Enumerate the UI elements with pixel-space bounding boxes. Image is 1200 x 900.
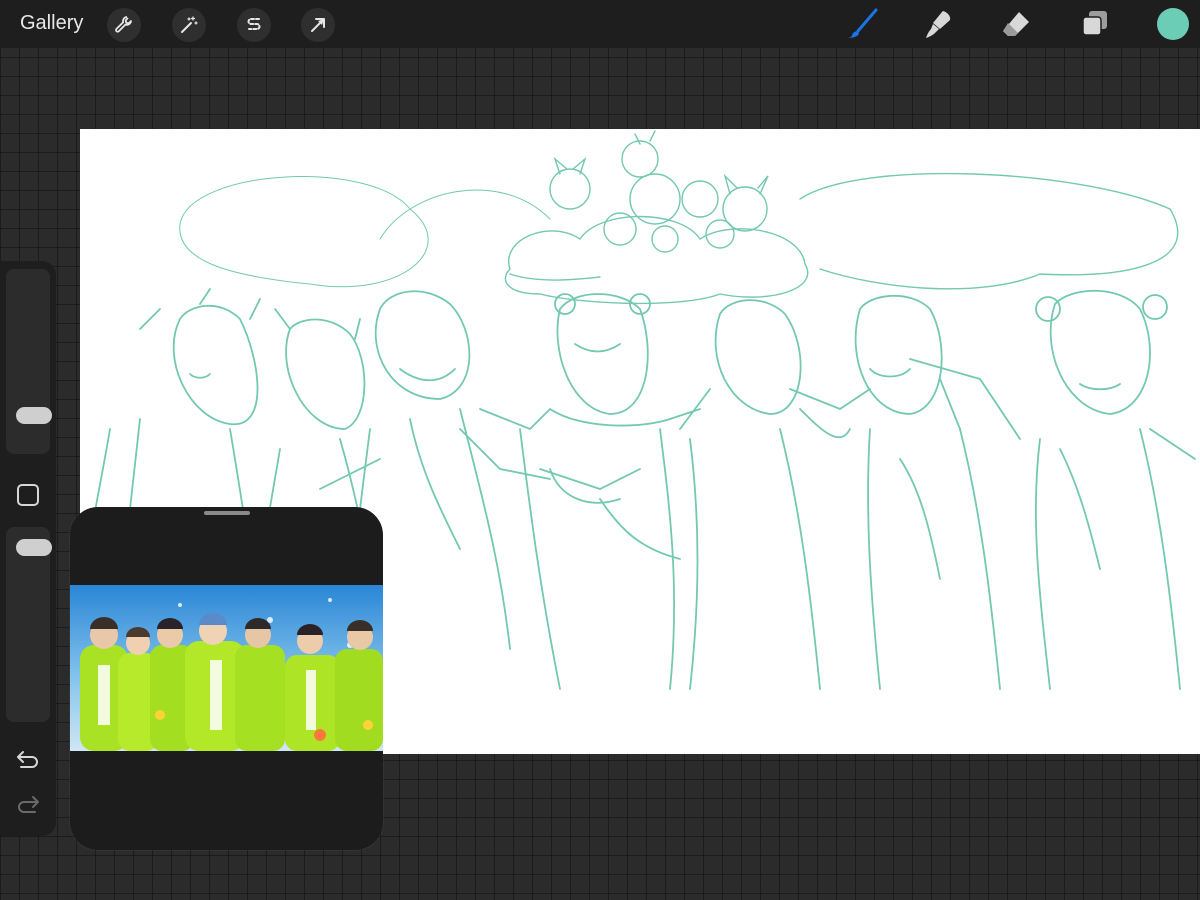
gallery-button[interactable]: Gallery	[20, 12, 83, 35]
color-picker[interactable]	[1157, 8, 1189, 40]
layers-icon[interactable]	[1077, 6, 1113, 42]
brush-icon[interactable]	[845, 6, 881, 42]
opacity-slider[interactable]	[6, 527, 52, 722]
smudge-icon[interactable]	[920, 6, 956, 42]
reference-photo	[70, 585, 383, 751]
wrench-icon[interactable]	[107, 8, 141, 42]
transform-arrow-icon[interactable]	[301, 8, 335, 42]
redo-icon[interactable]	[15, 794, 41, 823]
modifier-square-icon[interactable]	[16, 483, 40, 507]
magic-wand-icon[interactable]	[172, 8, 206, 42]
brush-sidebar	[0, 261, 56, 836]
eraser-icon[interactable]	[998, 6, 1034, 42]
reference-window[interactable]	[70, 507, 383, 850]
selection-icon[interactable]	[237, 8, 271, 42]
brush-size-thumb[interactable]	[16, 407, 52, 424]
opacity-thumb[interactable]	[16, 539, 52, 556]
top-toolbar: Gallery	[0, 0, 1200, 48]
brush-size-slider[interactable]	[6, 269, 52, 454]
reference-drag-handle[interactable]	[204, 511, 250, 515]
undo-icon[interactable]	[15, 749, 41, 778]
